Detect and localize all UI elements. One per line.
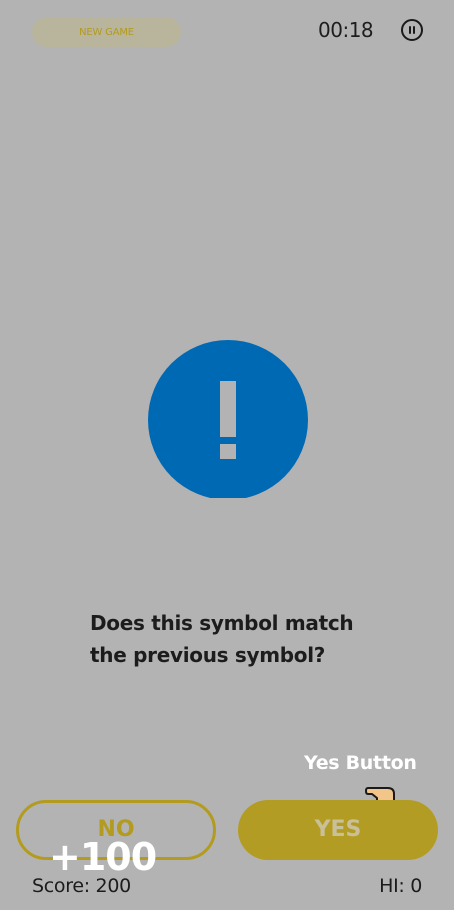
exclamation-dot <box>220 444 236 459</box>
new-game-button[interactable]: NEW GAME <box>32 17 181 47</box>
timer: 00:18 <box>318 18 374 42</box>
yes-button-hint-label: Yes Button <box>304 752 417 774</box>
pause-icon-bar-right <box>413 26 415 34</box>
game-screen: NEW GAME 00:18 Does this symbol match th… <box>0 0 454 910</box>
question-line-1: Does this symbol match <box>90 611 354 635</box>
yes-button-label: YES <box>314 816 362 842</box>
pause-button[interactable] <box>401 19 423 41</box>
exclamation-circle-icon <box>148 340 308 498</box>
exclamation-stroke <box>220 381 236 437</box>
yes-button[interactable]: YES <box>238 800 438 860</box>
question-line-2: the previous symbol? <box>90 643 326 667</box>
score-popup: +100 <box>49 835 157 879</box>
score-display: Score: 200 <box>32 875 131 897</box>
pause-icon-bar-left <box>409 26 411 34</box>
question-text: Does this symbol match the previous symb… <box>90 607 380 671</box>
high-score-display: HI: 0 <box>379 875 422 897</box>
